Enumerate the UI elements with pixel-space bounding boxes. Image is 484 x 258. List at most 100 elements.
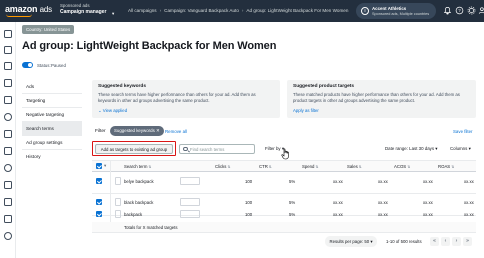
- sort-icon: ⇅: [268, 164, 272, 169]
- creative-icon[interactable]: [4, 130, 12, 138]
- billing-icon[interactable]: [4, 198, 12, 206]
- filter-label: Filter: [95, 129, 106, 134]
- row-select-box[interactable]: [115, 177, 121, 185]
- breadcrumb-all-campaigns[interactable]: All campaigns: [128, 8, 157, 13]
- remove-all-link[interactable]: Remove all: [165, 129, 187, 134]
- sort-icon: ⇅: [148, 164, 152, 169]
- chevron-down-icon: ▾: [435, 146, 438, 151]
- row-select-box[interactable]: [115, 210, 121, 218]
- audience-icon[interactable]: [4, 113, 12, 121]
- cell-clicks: 100: [245, 212, 253, 217]
- measurement-icon[interactable]: [4, 164, 12, 172]
- close-icon[interactable]: ✕: [156, 128, 160, 133]
- chevron-down-icon[interactable]: ▾: [104, 163, 106, 169]
- top-navigation-bar: amazon ads Sponsored ads Campaign manage…: [0, 0, 484, 22]
- card-title: Suggested product targets: [293, 84, 355, 89]
- account-name: Accent Athletics: [372, 6, 407, 11]
- view-applied-link[interactable]: ⌄ View applied: [98, 108, 127, 114]
- cell-spend: xx.xx: [333, 179, 343, 184]
- totals-label: Totals for X matched targets: [124, 225, 178, 230]
- sidenav-targeting[interactable]: Targeting: [22, 94, 82, 107]
- cell-roas: xx.xx: [464, 212, 474, 217]
- search-field: [179, 143, 255, 154]
- column-header-sales[interactable]: Sales⇅: [347, 164, 362, 169]
- cell-roas: xx.xx: [464, 179, 474, 184]
- calendar-icon[interactable]: [4, 96, 12, 104]
- sidenav-history[interactable]: History: [22, 150, 82, 163]
- apply-as-filter-link[interactable]: Apply as filter: [293, 108, 319, 113]
- sidenav-ads[interactable]: Ads: [22, 80, 82, 93]
- account-subtitle: Sponsored ads, Multiple countries: [372, 12, 430, 16]
- sidenav-search-terms[interactable]: Search terms: [22, 122, 82, 135]
- column-header-roas[interactable]: ROAS⇅: [438, 164, 454, 169]
- products-icon[interactable]: [4, 62, 12, 70]
- column-header-search-term[interactable]: Search term⇅: [124, 164, 151, 169]
- help-icon[interactable]: ?: [455, 6, 464, 15]
- results-range: 1-10 of 500 results: [386, 239, 422, 244]
- column-header-spend[interactable]: Spend⇅: [302, 164, 318, 169]
- left-rail: [0, 22, 16, 258]
- campaigns-icon[interactable]: [4, 30, 12, 38]
- first-page-icon[interactable]: «: [430, 237, 439, 246]
- card-body: These search terms have higher performan…: [98, 92, 256, 103]
- row-checkbox[interactable]: [96, 178, 102, 184]
- date-range-dropdown[interactable]: Date range: Last 30 days ▾: [385, 146, 438, 152]
- cell-spend: xx.xx: [333, 212, 343, 217]
- bell-icon[interactable]: [443, 6, 452, 15]
- search-input[interactable]: [190, 145, 252, 153]
- suggested-product-targets-card: Suggested product targets These matched …: [287, 80, 476, 118]
- stores-icon[interactable]: [4, 147, 12, 155]
- sort-icon: ⇅: [407, 164, 411, 169]
- cell-sales: xx.xx: [378, 212, 388, 217]
- results-per-page-dropdown[interactable]: Results per page: 50 ▾: [325, 236, 377, 247]
- cell-sales: xx.xx: [378, 179, 388, 184]
- column-header-ctr[interactable]: CTR⇅: [259, 164, 272, 169]
- chevron-right-icon: ›: [241, 8, 244, 13]
- account-switcher[interactable]: ≡ Accent Athletics Sponsored ads, Multip…: [356, 3, 436, 19]
- columns-dropdown[interactable]: Columns ▾: [450, 146, 471, 152]
- page-title: Ad group: LightWeight Backpack for Men W…: [22, 40, 277, 52]
- breadcrumb-campaign[interactable]: Campaign: Vanguard Backpack Auto: [164, 8, 239, 13]
- column-header-acos[interactable]: ACOS⇅: [394, 164, 410, 169]
- row-checkbox[interactable]: [96, 211, 102, 217]
- sort-icon: ⇅: [315, 164, 319, 169]
- hand-cursor-icon: [281, 148, 289, 160]
- filter-chip-suggested-keywords[interactable]: Suggested keywords ✕: [110, 126, 164, 136]
- search-icon: [183, 146, 188, 151]
- sort-icon: ⇅: [227, 164, 231, 169]
- cell-acos: xx.xx: [423, 179, 433, 184]
- breadcrumb: All campaigns › Campaign: Vanguard Backpac…: [128, 8, 348, 13]
- previous-page-icon[interactable]: ‹: [441, 237, 450, 246]
- sort-icon: ⇅: [358, 164, 362, 169]
- row-input-box[interactable]: [180, 210, 200, 218]
- next-page-icon[interactable]: ›: [452, 237, 461, 246]
- status-value: Paused: [51, 63, 66, 68]
- sort-icon: ⇅: [451, 164, 455, 169]
- account-icon: ≡: [361, 7, 369, 15]
- save-filter-link[interactable]: Save filter: [453, 129, 473, 134]
- product-name: Campaign manager: [60, 9, 107, 15]
- select-all-checkbox[interactable]: [96, 163, 102, 169]
- amazon-ads-logo[interactable]: amazon ads: [5, 4, 52, 14]
- chevron-down-icon: ▾: [468, 146, 471, 151]
- breadcrumb-ad-group: Ad group: LightWeight Backpack For Men W…: [246, 8, 349, 13]
- status-toggle[interactable]: [22, 62, 33, 68]
- sidenav-ad-group-settings[interactable]: Ad group settings: [22, 136, 82, 149]
- sidenav-negative-targeting[interactable]: Negative targeting: [22, 108, 82, 121]
- suggested-keywords-card: Suggested keywords These search terms ha…: [92, 80, 280, 118]
- settings-icon[interactable]: [4, 232, 12, 240]
- add-as-targets-button[interactable]: Add as targets to existing ad group: [95, 143, 173, 154]
- user-icon[interactable]: [478, 6, 484, 15]
- dashboard-icon[interactable]: [4, 46, 12, 54]
- row-input-box[interactable]: [180, 177, 200, 185]
- product-switcher[interactable]: Sponsored ads Campaign manager ▾: [60, 3, 114, 16]
- column-header-clicks[interactable]: Clicks⇅: [215, 164, 230, 169]
- chevron-down-icon: ▾: [370, 239, 373, 244]
- growth-icon[interactable]: [4, 181, 12, 189]
- cell-search-term: backpack: [124, 212, 143, 217]
- reports-icon[interactable]: [4, 79, 12, 87]
- last-page-icon[interactable]: »: [463, 237, 472, 246]
- settings-icon[interactable]: [467, 6, 476, 15]
- apps-icon[interactable]: [4, 215, 12, 223]
- cell-clicks: 100: [245, 179, 253, 184]
